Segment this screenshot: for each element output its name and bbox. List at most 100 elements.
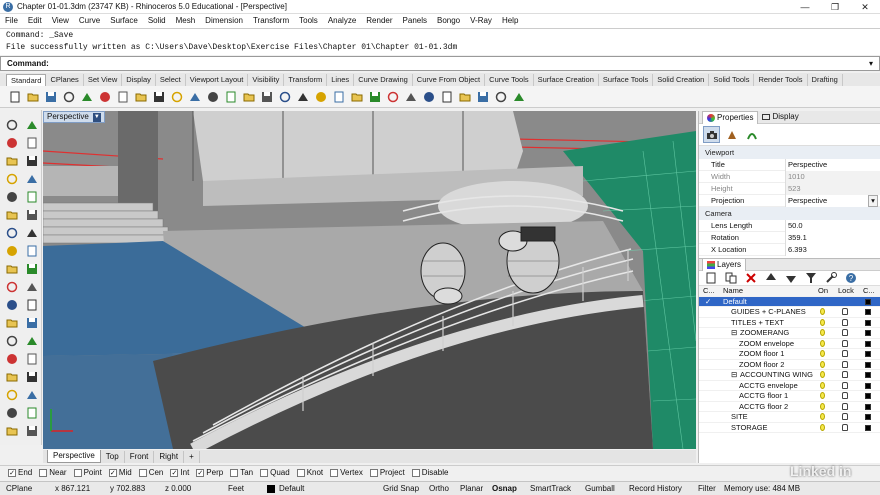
gear-icon[interactable] xyxy=(474,88,491,105)
cut-icon[interactable] xyxy=(96,88,113,105)
collapse-icon[interactable]: ⊟ xyxy=(731,328,737,339)
layer-color-swatch[interactable] xyxy=(865,393,871,399)
col-color[interactable]: C... xyxy=(863,286,875,297)
array-icon[interactable] xyxy=(3,368,20,385)
tab-transform[interactable]: Transform xyxy=(284,73,328,86)
paint-tool-icon[interactable] xyxy=(3,422,20,439)
bulb-icon[interactable] xyxy=(348,88,365,105)
loft-icon[interactable] xyxy=(23,260,40,277)
menu-edit[interactable]: Edit xyxy=(23,14,47,28)
tab-viewport-layout[interactable]: Viewport Layout xyxy=(186,73,249,86)
unlock-icon[interactable] xyxy=(842,402,848,410)
lightbulb-icon[interactable] xyxy=(820,371,825,378)
car-icon[interactable] xyxy=(330,88,347,105)
menu-dimension[interactable]: Dimension xyxy=(200,14,248,28)
tab-right[interactable]: Right xyxy=(154,450,185,463)
sphere-shaded-icon[interactable] xyxy=(420,88,437,105)
layer-row[interactable]: SITE xyxy=(699,412,880,423)
new-layer-icon[interactable] xyxy=(702,270,719,287)
osnap-checkbox[interactable]: ✓ xyxy=(170,468,179,477)
split-icon[interactable] xyxy=(23,278,40,295)
lightbulb-icon[interactable] xyxy=(820,413,825,420)
cplane-icon[interactable] xyxy=(743,126,760,143)
layer-icon[interactable] xyxy=(492,88,509,105)
osnap-checkbox[interactable]: ✓ xyxy=(196,468,205,477)
collapse-icon[interactable]: ⊟ xyxy=(731,370,737,381)
help-icon[interactable] xyxy=(510,88,527,105)
lightbulb-icon[interactable] xyxy=(820,392,825,399)
menu-transform[interactable]: Transform xyxy=(248,14,294,28)
unlock-icon[interactable] xyxy=(842,360,848,368)
mesh-icon[interactable] xyxy=(23,242,40,259)
osnap-point[interactable]: Point xyxy=(73,468,102,477)
ellipse-icon[interactable] xyxy=(3,170,20,187)
tab-surface-tools[interactable]: Surface Tools xyxy=(599,73,654,86)
tab-surface-creation[interactable]: Surface Creation xyxy=(534,73,599,86)
rotate-icon[interactable] xyxy=(3,350,20,367)
layer-color-swatch[interactable] xyxy=(865,403,871,410)
save-icon[interactable] xyxy=(42,88,59,105)
layer-color-swatch[interactable] xyxy=(865,414,871,420)
property-value[interactable]: Perspective xyxy=(785,158,880,171)
tab-drafting[interactable]: Drafting xyxy=(808,73,843,86)
osnap-perp[interactable]: ✓ Perp xyxy=(196,468,223,477)
grid-snap-button[interactable]: Grid Snap xyxy=(383,482,419,495)
curve-icon[interactable] xyxy=(23,134,40,151)
osnap-int[interactable]: ✓ Int xyxy=(170,468,189,477)
osnap-tan[interactable]: Tan xyxy=(230,468,253,477)
units-label[interactable]: Feet xyxy=(228,482,244,495)
layer-color-swatch[interactable] xyxy=(865,424,871,431)
menu-help[interactable]: Help xyxy=(497,14,523,28)
check-icon[interactable] xyxy=(3,404,20,421)
layer-color-swatch[interactable] xyxy=(865,351,871,357)
undo-icon[interactable] xyxy=(150,88,167,105)
menu-view[interactable]: View xyxy=(47,14,74,28)
paint-icon[interactable] xyxy=(384,88,401,105)
tab-lines[interactable]: Lines xyxy=(327,73,355,86)
zoom-selected-icon[interactable] xyxy=(276,88,293,105)
extrude-icon[interactable] xyxy=(3,242,20,259)
osnap-project[interactable]: Project xyxy=(369,468,405,477)
open-file-icon[interactable] xyxy=(24,88,41,105)
trim-icon[interactable] xyxy=(3,278,20,295)
filter-button[interactable]: Filter xyxy=(698,482,716,495)
layer-color-swatch[interactable] xyxy=(865,372,871,378)
cplane-label[interactable]: CPlane xyxy=(6,482,32,495)
rhino-app-icon[interactable]: R xyxy=(3,2,13,12)
tab-perspective[interactable]: Perspective xyxy=(47,450,101,463)
unlock-icon[interactable] xyxy=(842,308,848,315)
osnap-mid[interactable]: ✓ Mid xyxy=(108,468,132,477)
cylinder-icon[interactable] xyxy=(23,224,40,241)
osnap-end[interactable]: ✓ End xyxy=(8,468,32,477)
osnap-checkbox[interactable] xyxy=(330,468,339,477)
unlock-icon[interactable] xyxy=(842,413,848,420)
rectangle-icon[interactable] xyxy=(23,170,40,187)
menu-file[interactable]: File xyxy=(0,14,23,28)
polygon-icon[interactable] xyxy=(3,188,20,205)
property-value[interactable]: 359.1 xyxy=(785,231,880,244)
property-value[interactable]: 50.0 xyxy=(785,219,880,232)
box-icon[interactable] xyxy=(3,224,20,241)
unlock-icon[interactable] xyxy=(842,392,848,399)
zoom-dynamic-icon[interactable] xyxy=(222,88,239,105)
chevron-down-icon[interactable]: ▼ xyxy=(92,112,101,122)
smarttrack-button[interactable]: SmartTrack xyxy=(530,482,571,495)
menu-solid[interactable]: Solid xyxy=(143,14,171,28)
mirror-icon[interactable] xyxy=(23,368,40,385)
tab-select[interactable]: Select xyxy=(156,73,186,86)
current-layer[interactable]: Default xyxy=(279,482,304,495)
layer-row[interactable]: TITLES + TEXT xyxy=(699,318,880,328)
analyze-icon[interactable] xyxy=(23,404,40,421)
osnap-checkbox[interactable] xyxy=(230,468,239,477)
osnap-checkbox[interactable]: ✓ xyxy=(108,468,117,477)
minimize-button[interactable]: — xyxy=(790,0,820,14)
record-history-button[interactable]: Record History xyxy=(629,482,682,495)
pan-icon[interactable] xyxy=(186,88,203,105)
surface-icon[interactable] xyxy=(3,206,20,223)
menu-panels[interactable]: Panels xyxy=(398,14,432,28)
menu-tools[interactable]: Tools xyxy=(294,14,323,28)
tab-properties[interactable]: Properties xyxy=(702,110,759,124)
osnap-disable[interactable]: Disable xyxy=(411,468,448,477)
offset-icon[interactable] xyxy=(23,314,40,331)
lightbulb-icon[interactable] xyxy=(820,308,825,315)
